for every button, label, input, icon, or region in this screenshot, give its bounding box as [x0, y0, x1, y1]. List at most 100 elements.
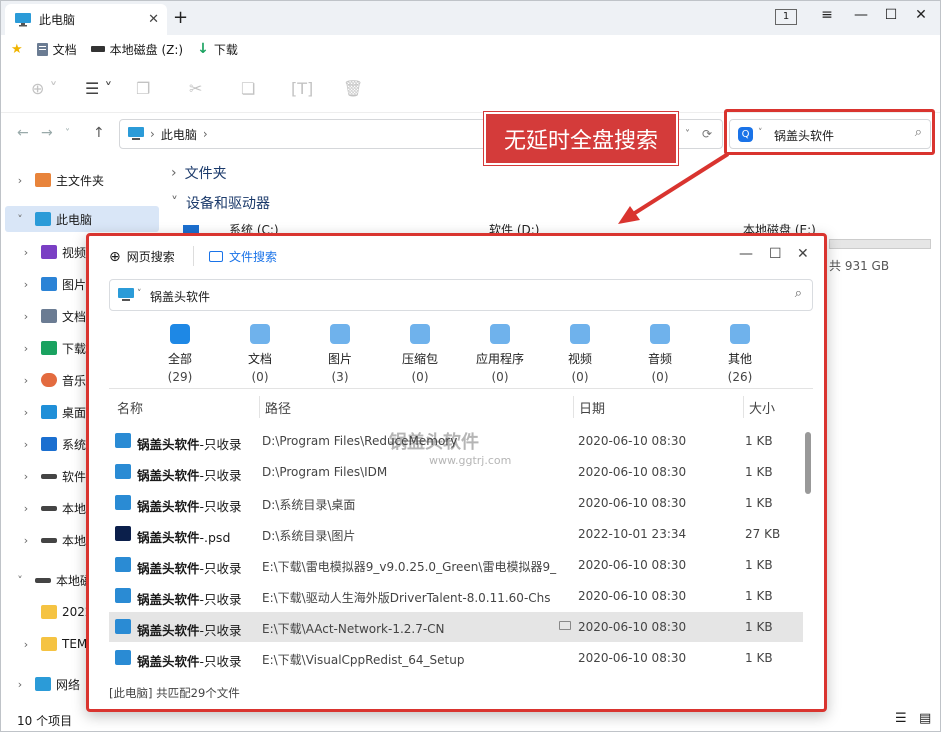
close-button[interactable]: ✕ — [797, 246, 809, 262]
chevron-right-icon[interactable]: › — [13, 174, 27, 187]
table-row[interactable]: 锅盖头软件-只收录 E:\下载\雷电模拟器9_v9.0.25.0_Green\雷电… — [109, 550, 803, 580]
tab-close-icon[interactable]: ✕ — [148, 12, 159, 27]
category-label: 应用程序 — [475, 352, 524, 366]
up-icon[interactable]: ↑ — [93, 125, 105, 141]
recent-dropdown-icon[interactable]: ˅ — [65, 128, 70, 139]
scope-dropdown-icon[interactable]: ˅ — [137, 289, 142, 299]
row-size: 1 KB — [745, 434, 773, 448]
group-devices[interactable]: ˅ 设备和驱动器 — [171, 193, 270, 213]
sidebar-item-this-pc[interactable]: ˅ 此电脑 — [5, 206, 159, 232]
category-images[interactable]: 图片 (3) — [300, 324, 380, 384]
chevron-down-icon[interactable]: ˅ — [13, 213, 27, 226]
table-row[interactable]: 锅盖头软件-.psd D:\系统目录\图片 2022-10-01 23:34 27 K… — [109, 519, 803, 549]
category-filter-bar: 全部 (29) 文档 (0) 图片 (3) 压缩包 (0) 应用程序 (0) 视频 (0) … — [89, 318, 824, 467]
menu-icon[interactable]: ≡ — [817, 7, 837, 23]
search-icon[interactable]: ⌕ — [795, 286, 802, 301]
view-menu-icon[interactable]: ☰ ˅ — [85, 79, 112, 98]
chevron-right-icon[interactable]: › — [19, 278, 33, 291]
drive-icon — [35, 577, 51, 583]
chevron-right-icon[interactable]: › — [19, 374, 33, 387]
category-count: (0) — [411, 370, 429, 384]
maximize-button[interactable]: ☐ — [769, 246, 782, 262]
column-divider[interactable] — [573, 396, 574, 418]
favorite-drive-z[interactable]: 本地磁盘 (Z:) — [90, 41, 183, 58]
chevron-right-icon[interactable]: › — [19, 438, 33, 451]
forward-icon[interactable]: → — [41, 125, 53, 141]
column-path[interactable]: 路径 — [265, 398, 291, 417]
category-audio[interactable]: 音频 (0) — [620, 324, 700, 384]
row-name-suffix: -只收录 — [199, 654, 242, 669]
column-name[interactable]: 名称 — [117, 398, 143, 417]
category-label: 视频 — [567, 352, 592, 366]
cut-icon[interactable]: ✂ — [189, 79, 202, 98]
category-all[interactable]: 全部 (29) — [140, 324, 220, 384]
back-icon[interactable]: ← — [17, 125, 29, 141]
table-row[interactable]: 锅盖头软件-只收录 E:\下载\VisualCppRedist_64_Setup 2… — [109, 643, 803, 673]
shortcut-icon — [115, 557, 131, 572]
address-sep: › — [202, 127, 208, 141]
refresh-icon[interactable]: ⟳ — [702, 127, 712, 141]
chevron-right-icon[interactable]: › — [19, 342, 33, 355]
table-row[interactable]: 锅盖头软件-只收录 E:\下载\驱动人生海外版DriverTalent-8.0.1… — [109, 581, 803, 611]
row-size: 1 KB — [745, 651, 773, 665]
group-folders[interactable]: › 文件夹 — [171, 163, 227, 183]
table-row[interactable]: 锅盖头软件-只收录 D:\Program Files\ReduceMemory 20… — [109, 426, 803, 456]
chevron-down-icon[interactable]: ˅ — [13, 574, 27, 587]
chevron-right-icon[interactable]: › — [19, 534, 33, 547]
scrollbar-thumb[interactable] — [805, 432, 811, 494]
rename-icon[interactable]: [T] — [291, 79, 313, 98]
tab-label: 文件搜索 — [229, 250, 278, 264]
category-archives[interactable]: 压缩包 (0) — [380, 324, 460, 384]
sidebar-item-label: 此电脑 — [56, 212, 93, 227]
column-divider[interactable] — [743, 396, 744, 418]
overlay-search-box[interactable]: ˅ 锅盖头软件 ⌕ — [109, 279, 813, 311]
minimize-button[interactable]: — — [739, 246, 753, 262]
category-other[interactable]: 其他 (26) — [700, 324, 780, 384]
chevron-right-icon[interactable]: › — [19, 502, 33, 515]
category-documents[interactable]: 文档 (0) — [220, 324, 300, 384]
row-name-match: 锅盖头软件 — [137, 592, 200, 607]
table-row[interactable]: 锅盖头软件-只收录 D:\系统目录\桌面 2020-06-10 08:30 1 KB — [109, 488, 803, 518]
tab-web-search[interactable]: ⊕ 网页搜索 — [109, 248, 175, 265]
document-icon — [41, 309, 57, 323]
chevron-right-icon[interactable]: › — [19, 246, 33, 259]
details-view-icon[interactable]: ☰ — [895, 711, 907, 726]
favorite-documents[interactable]: 文档 — [36, 41, 77, 58]
address-path[interactable]: 此电脑 — [161, 126, 197, 143]
close-button[interactable]: ✕ — [911, 7, 931, 23]
copy-icon[interactable]: ❐ — [136, 79, 150, 98]
music-icon — [650, 324, 670, 344]
chevron-right-icon[interactable]: › — [13, 678, 27, 691]
column-divider[interactable] — [259, 396, 260, 418]
paste-icon[interactable]: ❏ — [241, 79, 255, 98]
column-size[interactable]: 大小 — [749, 398, 775, 417]
list-view-icon[interactable]: ▤ — [919, 711, 931, 726]
minimize-button[interactable]: — — [851, 7, 871, 23]
overlay-search-input[interactable]: 锅盖头软件 — [150, 288, 210, 305]
tab-this-pc[interactable]: 此电脑 ✕ — [5, 4, 167, 35]
delete-icon[interactable]: 🗑 — [343, 79, 363, 98]
address-dropdown-icon[interactable]: ˅ — [685, 129, 690, 140]
category-applications[interactable]: 应用程序 (0) — [460, 324, 540, 384]
tab-file-search[interactable]: 文件搜索 — [209, 248, 277, 265]
row-name-match: 锅盖头软件 — [137, 499, 200, 514]
category-videos[interactable]: 视频 (0) — [540, 324, 620, 384]
table-row-selected[interactable]: 锅盖头软件-只收录 E:\下载\AAct-Network-1.2.7-CN 2020… — [109, 612, 803, 642]
chevron-right-icon[interactable]: › — [19, 638, 33, 651]
chevron-right-icon[interactable]: › — [19, 406, 33, 419]
window-count-badge[interactable]: 1 — [775, 9, 797, 25]
new-item-icon[interactable]: ⊕ ˅ — [31, 79, 58, 98]
column-date[interactable]: 日期 — [579, 398, 605, 417]
chevron-right-icon[interactable]: › — [19, 470, 33, 483]
sidebar-item-home[interactable]: › 主文件夹 — [1, 167, 161, 193]
new-tab-button[interactable]: + — [173, 7, 188, 28]
table-row[interactable]: 锅盖头软件-只收录 D:\Program Files\IDM 2020-06-10 … — [109, 457, 803, 487]
maximize-button[interactable]: ☐ — [881, 7, 901, 23]
shortcut-icon — [115, 464, 131, 479]
row-name: 锅盖头软件-只收录 — [137, 651, 242, 670]
open-folder-icon[interactable] — [559, 621, 571, 630]
folder-outline-icon — [209, 251, 223, 262]
category-count: (0) — [571, 370, 589, 384]
chevron-right-icon[interactable]: › — [19, 310, 33, 323]
favorite-downloads[interactable]: ↓ 下载 — [197, 41, 238, 58]
